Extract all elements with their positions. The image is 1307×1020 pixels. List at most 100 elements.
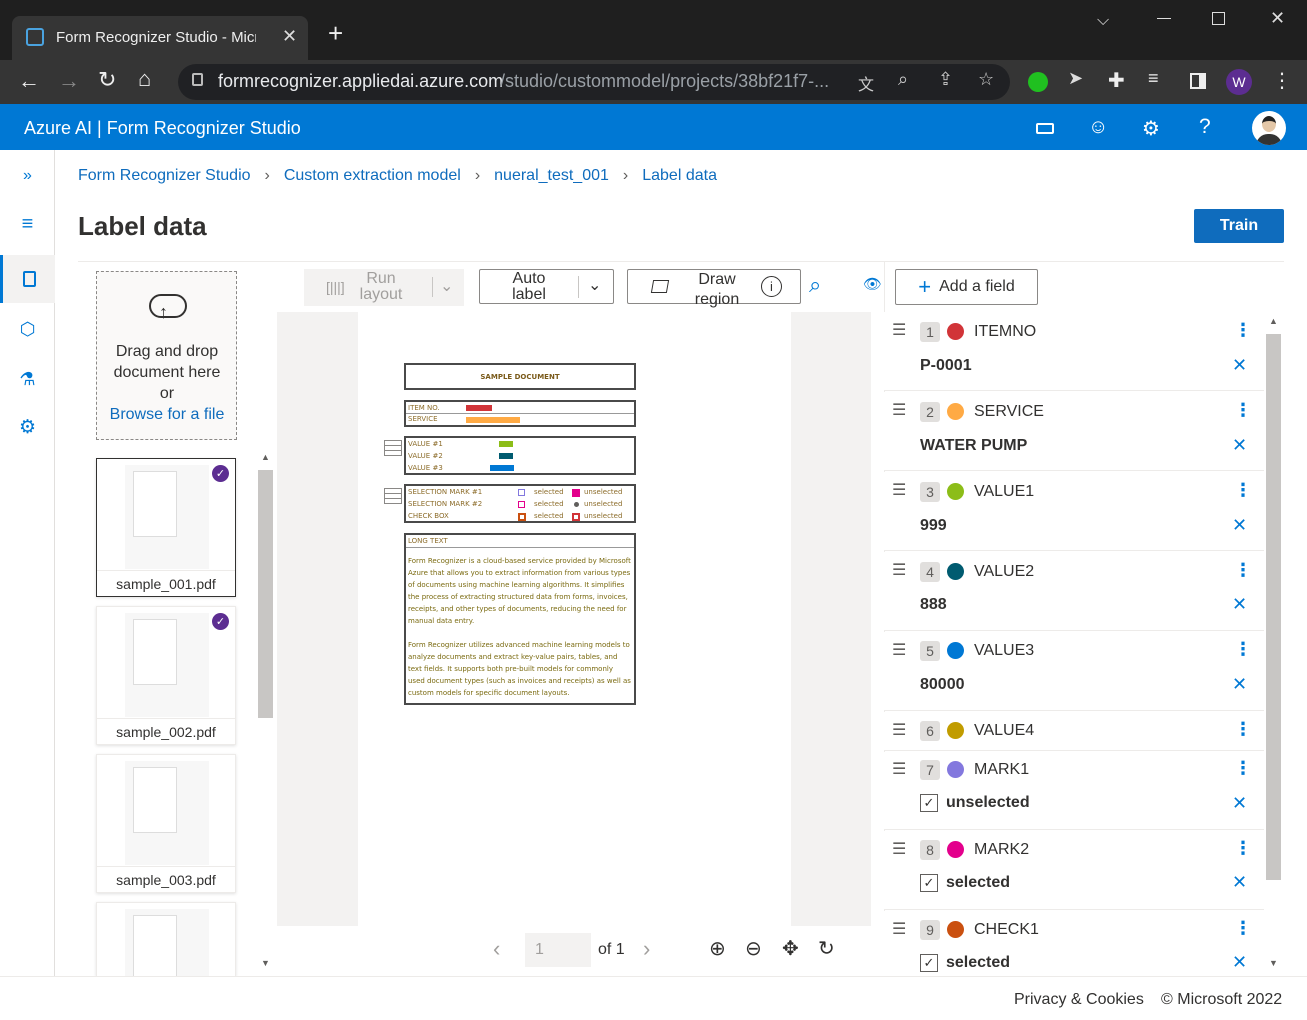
value2-label-region[interactable]	[499, 453, 513, 459]
field-more-icon[interactable]: ⋮	[1234, 719, 1252, 740]
flask-icon[interactable]: ⚗	[0, 355, 55, 403]
drag-handle-icon[interactable]: ☰	[892, 759, 906, 779]
checkbox-icon[interactable]: ✓	[920, 954, 938, 972]
file-thumb-4[interactable]	[96, 902, 236, 983]
extensions-puzzle-icon[interactable]: ✚	[1108, 68, 1125, 93]
scroll-up-icon[interactable]: ▲	[1269, 316, 1278, 326]
zoom-in-icon[interactable]: ⊕	[709, 936, 726, 961]
user-avatar[interactable]	[1252, 111, 1286, 145]
next-page-icon[interactable]: ›	[643, 936, 650, 962]
drag-handle-icon[interactable]: ☰	[892, 480, 906, 500]
draw-region-button[interactable]: Draw region i	[627, 269, 801, 308]
scroll-down-icon[interactable]: ▼	[1269, 958, 1278, 968]
field-more-icon[interactable]: ⋮	[1234, 560, 1252, 581]
chevron-down-icon[interactable]: ⌄	[588, 275, 601, 295]
field-more-icon[interactable]: ⋮	[1234, 400, 1252, 421]
bookmark-star-icon[interactable]: ☆	[978, 69, 994, 90]
value1-label-region[interactable]	[499, 441, 513, 447]
scroll-thumb[interactable]	[258, 470, 273, 718]
file-thumb-1[interactable]: ✓ sample_001.pdf	[96, 458, 236, 597]
page-input[interactable]	[525, 933, 591, 967]
help-icon[interactable]: ?	[1199, 115, 1211, 139]
field-more-icon[interactable]: ⋮	[1234, 838, 1252, 859]
keyboard-icon[interactable]	[1036, 123, 1054, 134]
table-icon[interactable]	[384, 440, 402, 456]
smiley-icon[interactable]: ☺	[1088, 116, 1108, 139]
translate-icon[interactable]: 文	[858, 71, 874, 95]
scroll-thumb[interactable]	[1266, 334, 1281, 880]
zoom-out-icon[interactable]: ⊖	[745, 936, 762, 961]
field-item-value1[interactable]: ☰ 3 VALUE1 ⋮ 999 ✕	[884, 472, 1264, 551]
drag-handle-icon[interactable]: ☰	[892, 640, 906, 660]
field-more-icon[interactable]: ⋮	[1234, 918, 1252, 939]
add-field-button[interactable]: + Add a field	[895, 269, 1038, 305]
run-layout-button[interactable]: [|||] Run layout ⌄	[304, 269, 464, 306]
field-item-itemno[interactable]: ☰ 1 ITEMNO ⋮ P-0001 ✕	[884, 312, 1264, 391]
file-thumb-3[interactable]: sample_003.pdf	[96, 754, 236, 893]
train-button[interactable]: Train	[1194, 209, 1284, 243]
app-title[interactable]: Azure AI | Form Recognizer Studio	[24, 118, 301, 139]
drag-handle-icon[interactable]: ☰	[892, 720, 906, 740]
check-region[interactable]	[572, 513, 580, 521]
new-tab-button[interactable]: +	[328, 20, 343, 46]
drag-handle-icon[interactable]: ☰	[892, 919, 906, 939]
checkbox-icon[interactable]: ✓	[920, 794, 938, 812]
breadcrumb-studio[interactable]: Form Recognizer Studio	[78, 167, 251, 185]
clear-value-icon[interactable]: ✕	[1232, 793, 1247, 814]
tab-search-chevron-down-icon[interactable]: ⌵	[1097, 12, 1109, 30]
extension-cursor-icon[interactable]: ➤	[1068, 68, 1083, 89]
search-icon[interactable]: ⌕	[809, 272, 821, 298]
clear-value-icon[interactable]: ✕	[1232, 952, 1247, 973]
clear-value-icon[interactable]: ✕	[1232, 355, 1247, 376]
field-value[interactable]: 999	[920, 517, 947, 535]
field-item-mark1[interactable]: ☰ 7 MARK1 ⋮ ✓ unselected ✕	[884, 752, 1264, 830]
forward-icon[interactable]: →	[58, 68, 80, 94]
hamburger-icon[interactable]: ≡	[0, 200, 55, 248]
settings-gear-icon[interactable]: ⚙	[1142, 116, 1160, 141]
field-more-icon[interactable]: ⋮	[1234, 480, 1252, 501]
profile-avatar[interactable]: W	[1226, 69, 1252, 95]
mark2-region[interactable]	[518, 501, 525, 508]
home-icon[interactable]: ⌂	[138, 66, 151, 92]
tab-close-icon[interactable]: ✕	[282, 26, 297, 47]
auto-label-button[interactable]: Auto label ⌄	[479, 269, 614, 304]
extension-green-icon[interactable]	[1028, 72, 1048, 92]
scroll-up-icon[interactable]: ▲	[261, 452, 270, 462]
field-value[interactable]: 888	[920, 596, 947, 614]
address-bar[interactable]: formrecognizer.appliedai.azure.com /stud…	[178, 64, 1010, 100]
breadcrumb-project[interactable]: nueral_test_001	[494, 167, 609, 185]
itemno-label-region[interactable]	[466, 405, 492, 411]
browse-file-link[interactable]: Browse for a file	[97, 406, 237, 424]
drag-handle-icon[interactable]: ☰	[892, 320, 906, 340]
clear-value-icon[interactable]: ✕	[1232, 515, 1247, 536]
gear-icon[interactable]: ⚙	[0, 403, 55, 451]
back-icon[interactable]: ←	[18, 68, 40, 94]
media-queue-icon[interactable]: ≡	[1148, 68, 1159, 89]
browser-menu-icon[interactable]: ⋮	[1272, 68, 1292, 93]
drag-handle-icon[interactable]: ☰	[892, 400, 906, 420]
field-item-value3[interactable]: ☰ 5 VALUE3 ⋮ 80000 ✕	[884, 632, 1264, 711]
field-item-service[interactable]: ☰ 2 SERVICE ⋮ WATER PUMP ✕	[884, 392, 1264, 471]
clear-value-icon[interactable]: ✕	[1232, 435, 1247, 456]
breadcrumb-custom-model[interactable]: Custom extraction model	[284, 167, 461, 185]
minimize-icon[interactable]	[1157, 18, 1171, 19]
maximize-icon[interactable]	[1212, 12, 1225, 25]
expand-icon[interactable]: »	[0, 152, 55, 200]
checkbox-icon[interactable]: ✓	[920, 874, 938, 892]
field-more-icon[interactable]: ⋮	[1234, 758, 1252, 779]
field-value[interactable]: WATER PUMP	[920, 437, 1027, 455]
check1-region[interactable]	[518, 513, 526, 521]
field-item-check1[interactable]: ☰ 9 CHECK1 ⋮ ✓ selected ✕	[884, 911, 1264, 976]
drag-handle-icon[interactable]: ☰	[892, 839, 906, 859]
field-item-value2[interactable]: ☰ 4 VALUE2 ⋮ 888 ✕	[884, 552, 1264, 631]
service-label-region[interactable]	[466, 417, 520, 423]
fields-scrollbar[interactable]: ▲ ▼	[1265, 314, 1282, 974]
field-value[interactable]: 80000	[920, 676, 965, 694]
upload-dropzone[interactable]: ↑ Drag and drop document here or Browse …	[96, 271, 237, 440]
document-page[interactable]: SAMPLE DOCUMENT ITEM NO. SERVICE VALUE #…	[358, 312, 791, 926]
breadcrumb-label-data[interactable]: Label data	[642, 167, 717, 185]
scroll-down-icon[interactable]: ▼	[261, 958, 270, 968]
table-icon[interactable]	[384, 488, 402, 504]
field-value-row[interactable]: ✓ selected	[920, 874, 1010, 892]
prev-page-icon[interactable]: ‹	[493, 936, 500, 962]
